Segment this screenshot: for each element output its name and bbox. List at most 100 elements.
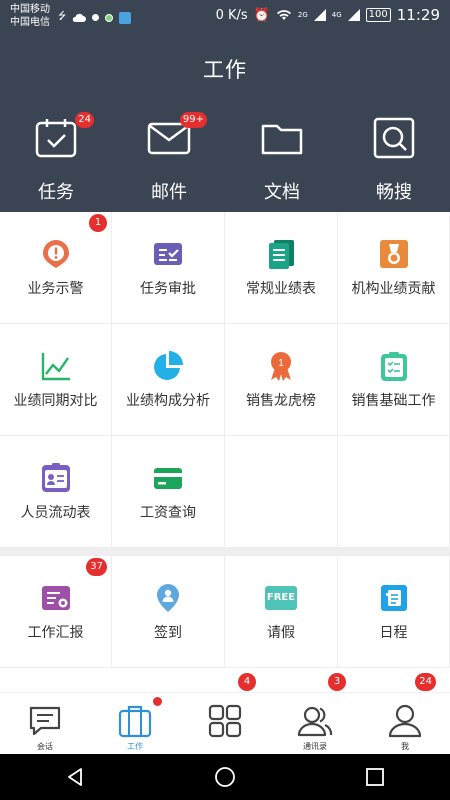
empty-cell bbox=[225, 436, 338, 548]
folder-icon bbox=[260, 116, 304, 160]
app-yoy-compare[interactable]: 业绩同期对比 bbox=[0, 324, 112, 436]
app-label: 销售龙虎榜 bbox=[246, 393, 316, 409]
app-label: 业务示警 bbox=[27, 281, 84, 297]
carrier-1: 中国移动 bbox=[10, 4, 50, 15]
ribbon-icon: 1 bbox=[271, 352, 291, 381]
home-icon[interactable] bbox=[214, 766, 236, 788]
free-icon: FREE bbox=[265, 586, 297, 610]
work-header: 工作 24 任务 99+ 邮件 文档 畅搜 bbox=[0, 36, 450, 212]
briefcase-icon bbox=[117, 703, 153, 739]
me-badge: 24 bbox=[415, 673, 436, 691]
app-label: 工资查询 bbox=[140, 505, 196, 521]
net-speed: 0 K/s bbox=[215, 7, 248, 23]
tab-label: 工作 bbox=[127, 742, 143, 751]
system-nav-bar bbox=[0, 754, 450, 800]
page-title: 工作 bbox=[203, 58, 247, 82]
status-bar: 中国移动 中国电信 ⭍ 0 K/s ⏰ 2G 4G 100 11:29 bbox=[0, 0, 450, 36]
status-right: 0 K/s ⏰ 2G 4G 100 11:29 bbox=[216, 6, 440, 24]
app-label: 人员流动表 bbox=[20, 505, 91, 521]
chat-icon bbox=[27, 703, 63, 739]
card-icon bbox=[154, 468, 182, 489]
svg-text:1: 1 bbox=[278, 358, 284, 369]
app-label: 常规业绩表 bbox=[246, 281, 316, 297]
quick-doc-label: 文档 bbox=[264, 182, 300, 203]
app-business-alert[interactable]: 1 业务示警 bbox=[0, 212, 112, 324]
usb-icon: ⭍ bbox=[58, 11, 67, 22]
app-sales-ranking[interactable]: 1 销售龙虎榜 bbox=[225, 324, 338, 436]
pie-chart-icon bbox=[154, 351, 183, 380]
tab-label: 通讯录 bbox=[303, 742, 327, 751]
app-leave[interactable]: FREE 请假 bbox=[225, 556, 338, 668]
app-sales-basic-work[interactable]: 销售基础工作 bbox=[338, 324, 450, 436]
book-icon bbox=[119, 11, 132, 24]
alarm-icon: ⏰ bbox=[253, 7, 270, 23]
report-badge: 37 bbox=[86, 558, 107, 576]
app-label: 工作汇报 bbox=[27, 625, 84, 641]
signal-1-label: 2G bbox=[297, 11, 308, 19]
app-task-approval[interactable]: 任务审批 bbox=[112, 212, 225, 324]
quick-doc-button[interactable]: 文档 bbox=[226, 116, 338, 204]
notification-icons: ⭍ bbox=[58, 9, 132, 26]
id-card-icon bbox=[41, 463, 70, 492]
line-chart-icon bbox=[41, 353, 70, 381]
clipboard-icon bbox=[380, 352, 407, 381]
app-org-contribution[interactable]: 机构业绩贡献 bbox=[338, 212, 450, 324]
mail-icon: 99+ bbox=[147, 112, 207, 160]
carrier-info: 中国移动 中国电信 bbox=[10, 3, 50, 29]
recents-icon[interactable] bbox=[364, 766, 386, 788]
tab-label: 会话 bbox=[37, 742, 53, 751]
tab-me[interactable]: 24 我 bbox=[360, 673, 450, 754]
cloud-icon bbox=[73, 13, 87, 22]
approval-icon bbox=[154, 243, 182, 265]
quick-task-label: 任务 bbox=[38, 182, 74, 203]
circle-icon bbox=[105, 13, 114, 22]
tab-label: 我 bbox=[401, 742, 409, 751]
app-check-in[interactable]: 签到 bbox=[112, 556, 225, 668]
document-icon bbox=[269, 240, 294, 269]
quick-search-label: 畅搜 bbox=[376, 182, 412, 203]
app-staff-flow[interactable]: 人员流动表 bbox=[0, 436, 112, 548]
app-grid-office: 37 工作汇报 签到 FREE 请假 日程 bbox=[0, 556, 450, 668]
alert-badge: 1 bbox=[89, 214, 107, 232]
tab-apps[interactable]: 4 bbox=[180, 673, 270, 754]
section-divider bbox=[0, 548, 450, 556]
app-grid-main: 1 业务示警 任务审批 常规业绩表 机构业绩贡献 业绩同期对比 业绩构成分析 1… bbox=[0, 212, 450, 548]
app-label: 业绩构成分析 bbox=[126, 393, 210, 409]
search-icon bbox=[372, 116, 416, 160]
signal-2-icon bbox=[347, 9, 360, 21]
free-icon-text: FREE bbox=[266, 592, 296, 603]
bottom-tab-bar: 会话 工作 4 3 通讯录 24 我 bbox=[0, 673, 450, 754]
app-composition-analysis[interactable]: 业绩构成分析 bbox=[112, 324, 225, 436]
contacts-badge: 3 bbox=[328, 673, 346, 691]
app-salary-query[interactable]: 工资查询 bbox=[112, 436, 225, 548]
signal-1-icon bbox=[313, 9, 326, 21]
me-icon bbox=[387, 703, 423, 739]
tab-work[interactable]: 工作 bbox=[90, 693, 180, 754]
back-icon[interactable] bbox=[64, 766, 86, 788]
report-icon bbox=[41, 586, 70, 610]
calendar-check-icon: 24 bbox=[34, 112, 94, 160]
app-label: 业绩同期对比 bbox=[13, 393, 98, 409]
app-work-report[interactable]: 37 工作汇报 bbox=[0, 556, 112, 668]
medal-icon bbox=[379, 240, 408, 268]
contacts-icon bbox=[297, 703, 333, 739]
apps-grid-icon bbox=[207, 703, 243, 739]
dot-icon bbox=[92, 14, 100, 21]
quick-search-button[interactable]: 畅搜 bbox=[338, 116, 450, 204]
signal-2-label: 4G bbox=[331, 11, 342, 19]
app-regular-performance[interactable]: 常规业绩表 bbox=[225, 212, 338, 324]
quick-mail-label: 邮件 bbox=[151, 182, 187, 203]
app-schedule[interactable]: 日程 bbox=[338, 556, 450, 668]
tab-contacts[interactable]: 3 通讯录 bbox=[270, 673, 360, 754]
tab-chat[interactable]: 会话 bbox=[0, 693, 90, 754]
quick-task-button[interactable]: 24 任务 bbox=[0, 112, 112, 204]
location-icon bbox=[157, 584, 179, 612]
quick-mail-button[interactable]: 99+ 邮件 bbox=[113, 112, 225, 204]
schedule-icon bbox=[380, 585, 407, 611]
app-label: 任务审批 bbox=[140, 281, 196, 297]
app-label: 请假 bbox=[267, 625, 295, 641]
empty-cell bbox=[338, 436, 450, 548]
battery-icon: 100 bbox=[365, 8, 391, 22]
task-badge: 24 bbox=[75, 112, 94, 128]
apps-badge: 4 bbox=[238, 673, 256, 691]
